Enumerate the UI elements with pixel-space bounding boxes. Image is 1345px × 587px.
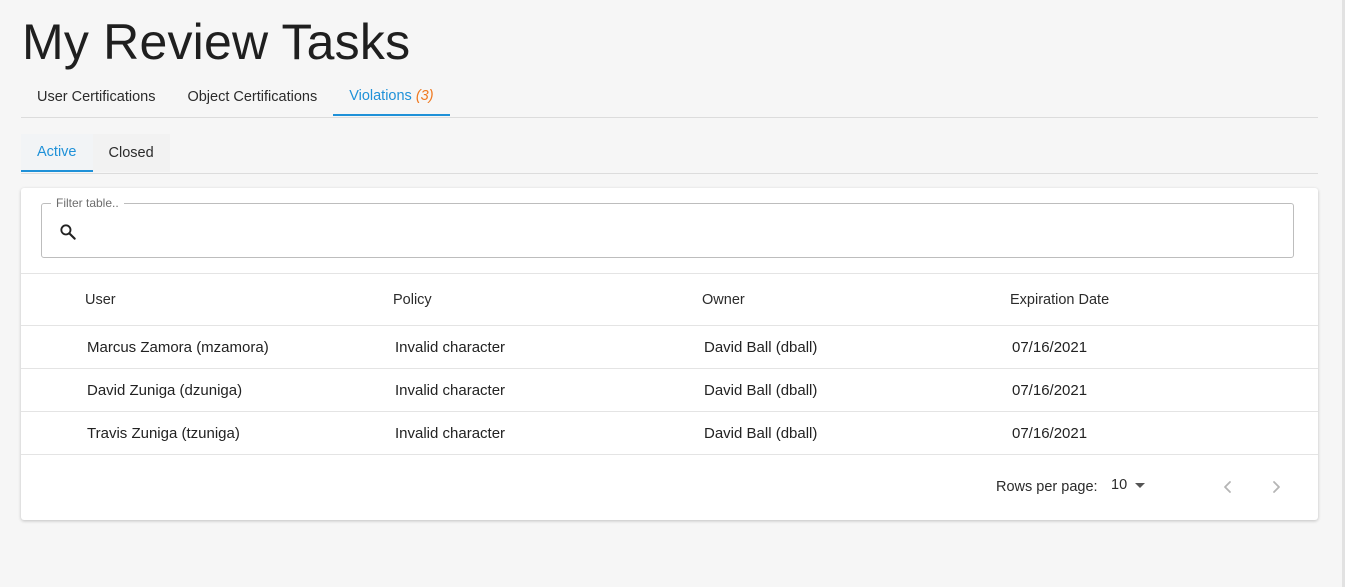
column-header-expiration-date[interactable]: Expiration Date xyxy=(1010,292,1109,308)
violations-count-badge: (3) xyxy=(415,88,434,104)
filter-input[interactable] xyxy=(90,216,1274,248)
column-header-policy[interactable]: Policy xyxy=(393,292,432,308)
status-tabs: Active Closed xyxy=(21,134,1318,174)
tab-label: User Certifications xyxy=(37,89,156,105)
subtab-label: Active xyxy=(37,144,77,160)
caret-down-icon xyxy=(1135,482,1146,488)
table-row[interactable]: Marcus Zamora (mzamora) Invalid characte… xyxy=(21,326,1318,369)
filter-label: Filter table.. xyxy=(51,196,124,210)
chevron-right-icon xyxy=(1273,481,1280,493)
subtab-closed[interactable]: Closed xyxy=(92,134,170,172)
cell-expiration-date: 07/16/2021 xyxy=(1012,425,1088,442)
chevron-left-icon xyxy=(1224,481,1231,493)
table-header: User Policy Owner Expiration Date xyxy=(21,273,1318,326)
table-row[interactable]: Travis Zuniga (tzuniga) Invalid characte… xyxy=(21,412,1318,455)
cell-user: Travis Zuniga (tzuniga) xyxy=(87,425,240,442)
table-row[interactable]: David Zuniga (dzuniga) Invalid character… xyxy=(21,369,1318,412)
pagination: Rows per page: 10 xyxy=(21,456,1318,520)
cell-user: Marcus Zamora (mzamora) xyxy=(87,339,269,356)
rows-per-page-select[interactable]: 10 xyxy=(1111,477,1146,493)
cell-owner: David Ball (dball) xyxy=(704,425,818,442)
cell-owner: David Ball (dball) xyxy=(704,339,818,356)
violations-table: User Policy Owner Expiration Date Marcus… xyxy=(21,273,1318,455)
tab-object-certifications[interactable]: Object Certifications xyxy=(171,78,333,116)
cell-policy: Invalid character xyxy=(395,425,506,442)
previous-page-button[interactable] xyxy=(1213,472,1243,502)
tab-label: Object Certifications xyxy=(187,89,318,105)
cell-policy: Invalid character xyxy=(395,339,506,356)
cell-expiration-date: 07/16/2021 xyxy=(1012,382,1088,399)
page-title: My Review Tasks xyxy=(22,14,411,70)
rows-per-page-label: Rows per page: xyxy=(996,479,1098,495)
tab-violations[interactable]: Violations (3) xyxy=(333,78,450,116)
main-tabs: User Certifications Object Certification… xyxy=(21,78,1318,118)
next-page-button[interactable] xyxy=(1261,472,1291,502)
subtab-active[interactable]: Active xyxy=(21,134,93,172)
filter-field[interactable]: Filter table.. xyxy=(41,196,1294,258)
tab-label: Violations xyxy=(349,88,412,104)
cell-user: David Zuniga (dzuniga) xyxy=(87,382,243,399)
tab-user-certifications[interactable]: User Certifications xyxy=(21,78,171,116)
cell-expiration-date: 07/16/2021 xyxy=(1012,339,1088,356)
cell-policy: Invalid character xyxy=(395,382,506,399)
search-icon xyxy=(60,224,76,240)
violations-card: Filter table.. User Policy Owner Expirat… xyxy=(21,188,1318,520)
cell-owner: David Ball (dball) xyxy=(704,382,818,399)
column-header-user[interactable]: User xyxy=(85,292,116,308)
subtab-label: Closed xyxy=(108,145,154,161)
column-header-owner[interactable]: Owner xyxy=(702,292,745,308)
rows-per-page-value: 10 xyxy=(1111,477,1128,493)
